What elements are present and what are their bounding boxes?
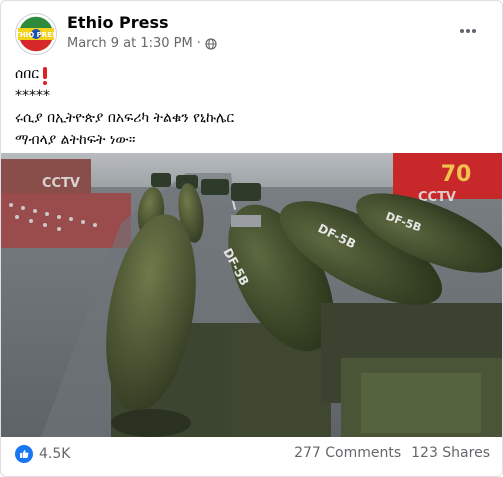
like-icon — [15, 445, 33, 463]
comments-count[interactable]: 277 Comments — [294, 445, 401, 461]
cctv-logo-left: CCTV — [42, 176, 80, 191]
engagement-counts: 277 Comments 123 Shares — [294, 445, 490, 461]
ethio-press-logo: ETHIO PRESS — [16, 15, 56, 53]
post-line-4: ማብላያ ልትከፍት ነው። — [15, 132, 136, 148]
more-options-icon — [460, 29, 476, 33]
missile-parade-photo: 70 CCTV CCTV DF-5B DF-5B DF-5B — [1, 153, 502, 437]
post-line-2: ***** — [15, 88, 50, 104]
banner-number: 70 — [441, 162, 472, 187]
page-name-link[interactable]: Ethio Press — [67, 13, 169, 32]
post-card: ETHIO PRESS Ethio Press March 9 at 1:30 … — [0, 0, 503, 477]
meta-separator: · — [196, 36, 201, 51]
post-line-3: ሩሲያ በኢትዮጵያ በአፍሪካ ትልቁን የኒኩሌር — [15, 110, 235, 126]
avatar-text: ETHIO PRESS — [16, 31, 56, 39]
post-header: ETHIO PRESS Ethio Press March 9 at 1:30 … — [15, 13, 490, 55]
more-options-button[interactable] — [456, 19, 480, 43]
page-avatar[interactable]: ETHIO PRESS — [15, 13, 57, 55]
reactions-summary[interactable]: 4.5K — [15, 445, 70, 463]
post-meta: March 9 at 1:30 PM · — [67, 36, 217, 51]
post-timestamp[interactable]: March 9 at 1:30 PM — [67, 36, 193, 51]
exclamation-icon — [43, 67, 48, 85]
globe-icon[interactable] — [205, 37, 217, 50]
post-footer: 4.5K 277 Comments 123 Shares — [15, 445, 490, 469]
post-text: ሰበር ***** ሩሲያ በኢትዮጵያ በአፍሪካ ትልቁን የኒኩሌር ማብ… — [15, 63, 490, 151]
post-image[interactable]: 70 CCTV CCTV DF-5B DF-5B DF-5B — [1, 153, 502, 437]
shares-count[interactable]: 123 Shares — [411, 445, 490, 461]
post-line-1: ሰበር — [15, 63, 490, 85]
reaction-count: 4.5K — [39, 446, 71, 462]
